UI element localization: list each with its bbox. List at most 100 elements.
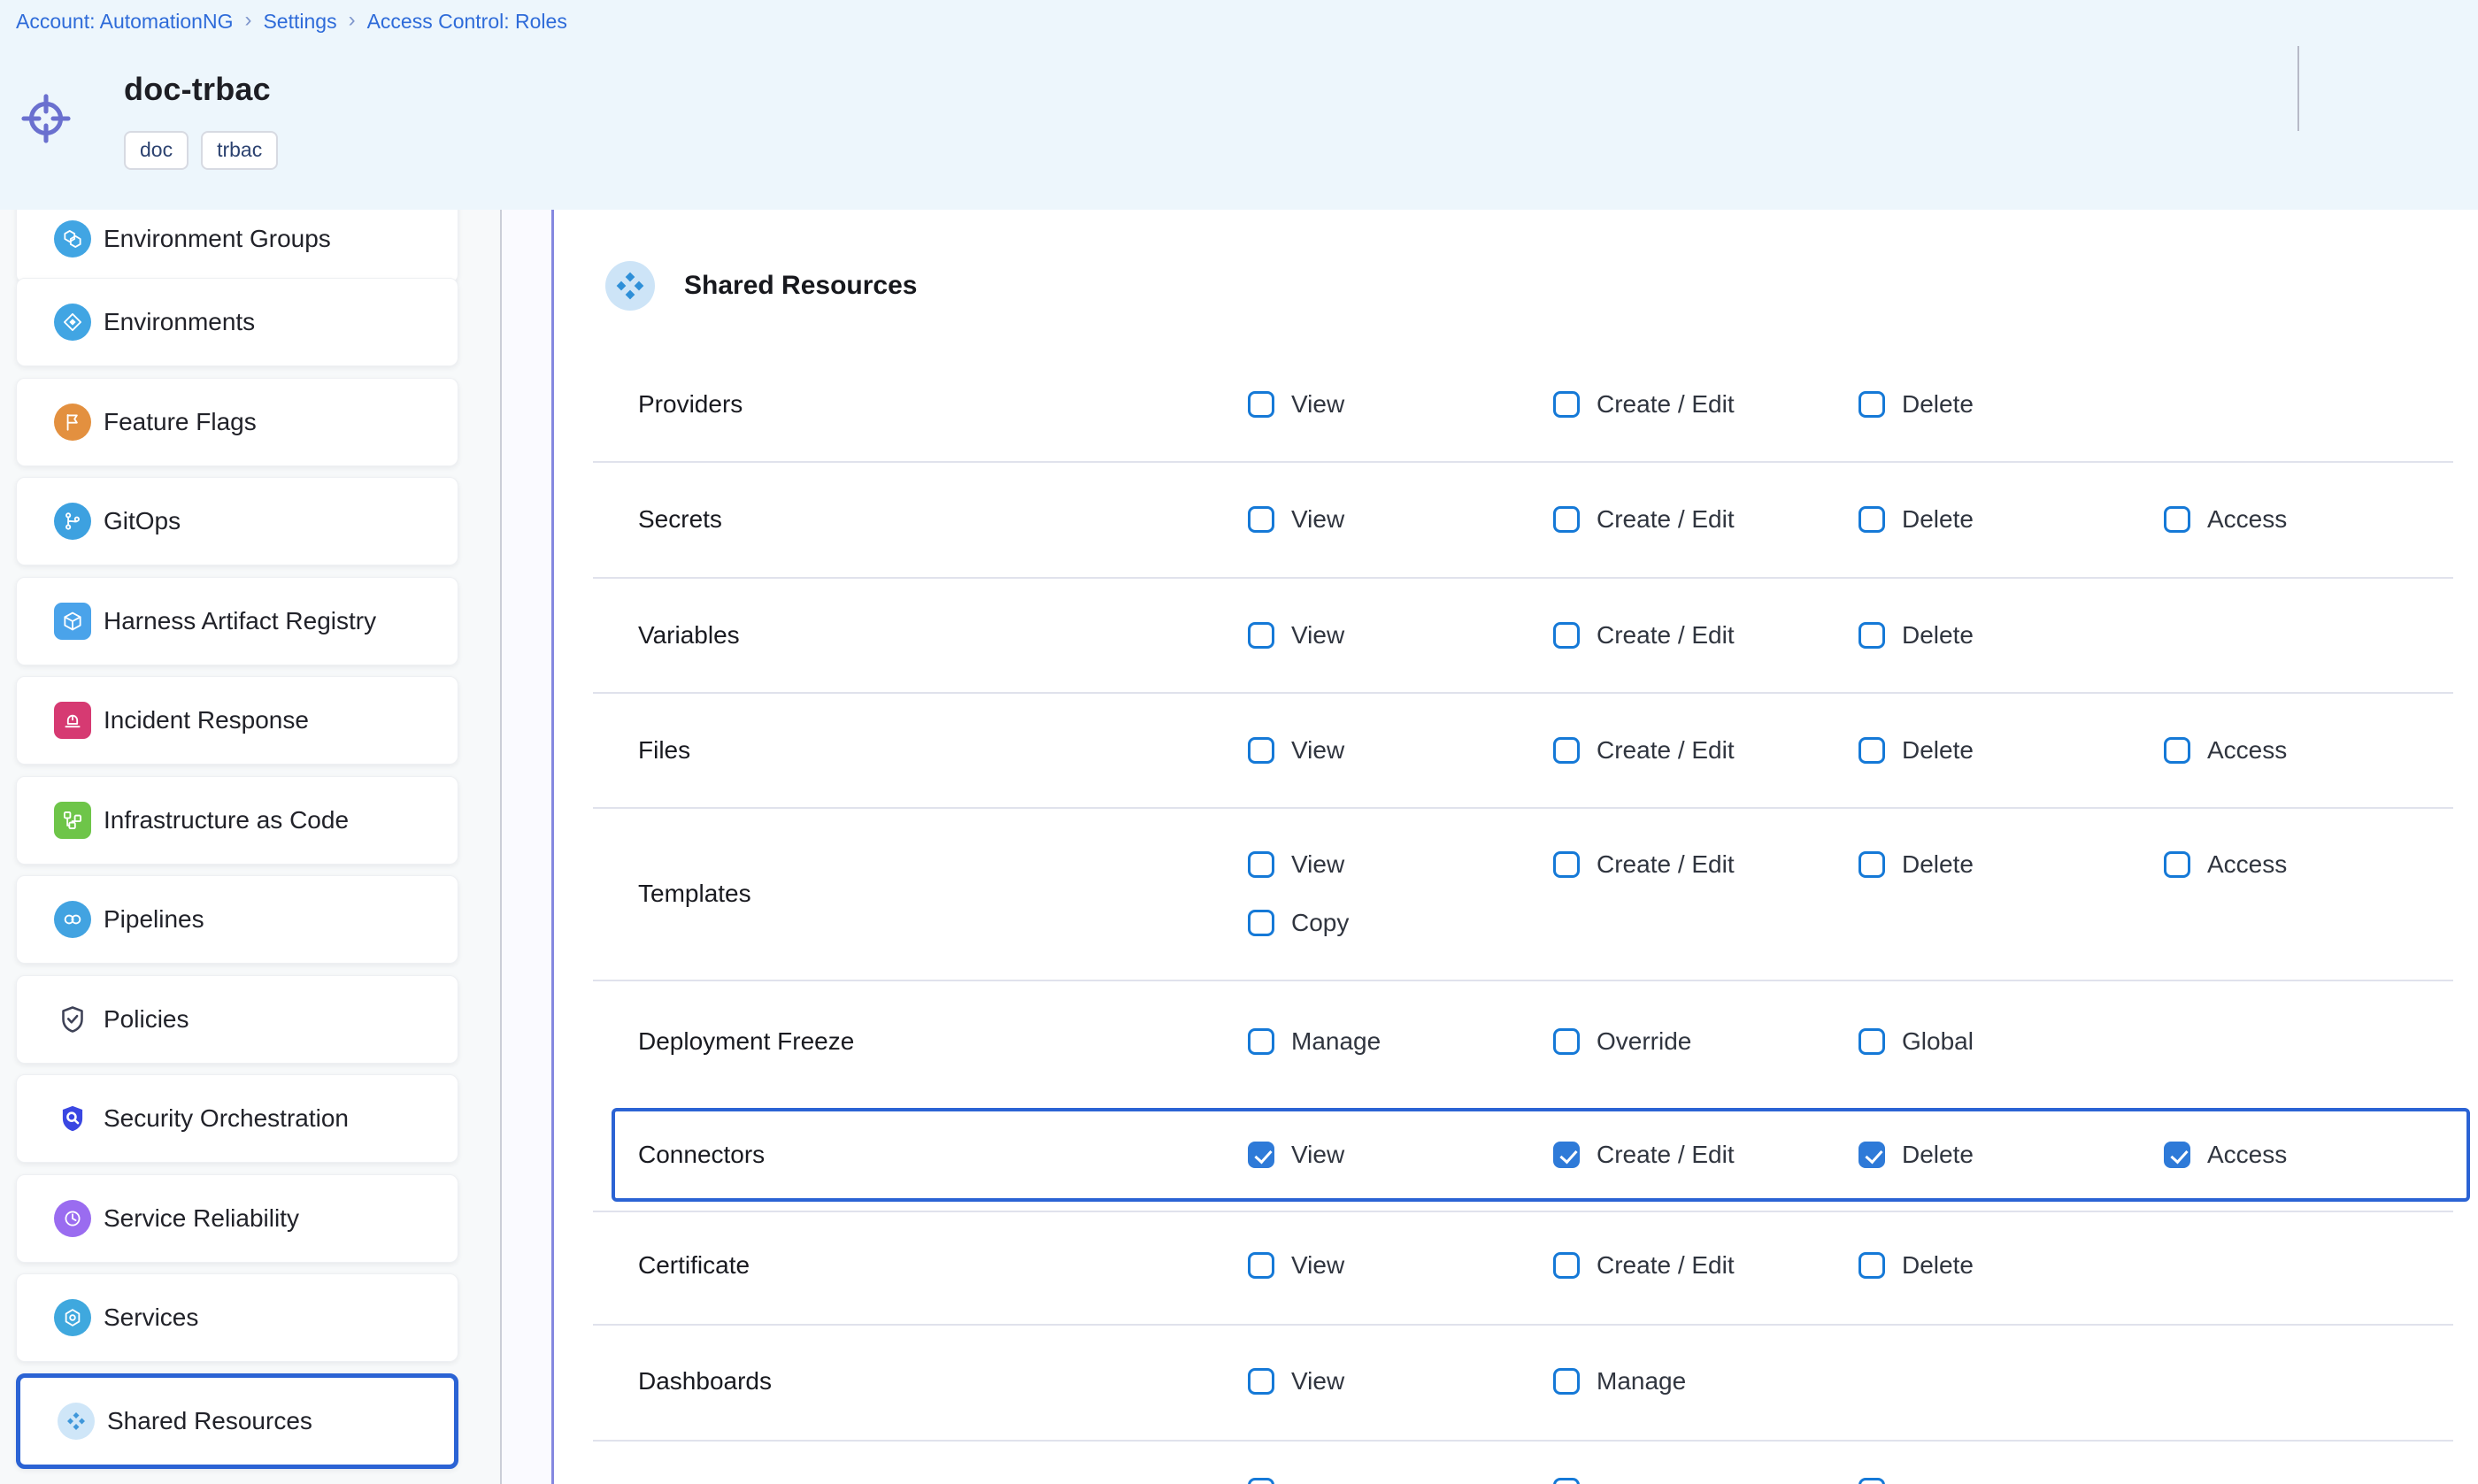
checkbox-checked[interactable] <box>1858 1142 1885 1168</box>
permission-cell-access[interactable]: Access <box>2164 850 2287 879</box>
sidebar-item-label: Feature Flags <box>104 408 257 436</box>
permission-cell-view[interactable]: View <box>1248 850 1344 879</box>
breadcrumb-link[interactable]: Settings <box>263 10 336 34</box>
checkbox-unchecked[interactable] <box>1858 506 1885 533</box>
sidebar-item-harness-artifact-registry[interactable]: Harness Artifact Registry <box>16 577 458 665</box>
permission-label: Manage <box>1291 1027 1381 1056</box>
checkbox-unchecked[interactable] <box>1553 506 1580 533</box>
sidebar-item-policies[interactable]: Policies <box>16 975 458 1064</box>
checkbox-unchecked[interactable] <box>1248 851 1274 878</box>
permission-label: Create / Edit <box>1597 621 1735 650</box>
permission-cell-delete[interactable]: Delete <box>1858 1251 1974 1280</box>
checkbox-unchecked[interactable] <box>1248 391 1274 418</box>
permission-label: Delete <box>1902 505 1974 534</box>
permission-cell-delete[interactable]: Delete <box>1858 1141 1974 1169</box>
permission-cell-view[interactable]: View <box>1248 390 1344 419</box>
gitops-icon <box>54 503 91 540</box>
permission-cell-view[interactable]: View <box>1248 1367 1344 1396</box>
permission-cell-delete[interactable]: Delete <box>1858 390 1974 419</box>
permission-cell-access[interactable]: Access <box>2164 1141 2287 1169</box>
permission-cell-override[interactable]: Override <box>1553 1027 1691 1056</box>
sidebar-item-shared-resources[interactable]: Shared Resources <box>16 1373 458 1469</box>
checkbox-unchecked[interactable] <box>1858 1028 1885 1055</box>
sidebar-item-security-orchestration[interactable]: Security Orchestration <box>16 1074 458 1163</box>
permission-cell[interactable] <box>1248 1478 1274 1484</box>
checkbox-unchecked[interactable] <box>1248 1478 1274 1484</box>
permission-cell-view[interactable]: View <box>1248 621 1344 650</box>
sidebar-item-incident-response[interactable]: Incident Response <box>16 676 458 765</box>
permission-cell-manage[interactable]: Manage <box>1553 1367 1686 1396</box>
breadcrumb-link[interactable]: Access Control: Roles <box>367 10 567 34</box>
permission-cell-create-edit[interactable]: Create / Edit <box>1553 390 1735 419</box>
permission-cell[interactable] <box>1553 1478 1580 1484</box>
checkbox-unchecked[interactable] <box>2164 851 2190 878</box>
permission-cell-view[interactable]: View <box>1248 1251 1344 1280</box>
checkbox-unchecked[interactable] <box>1858 851 1885 878</box>
sidebar-item-services[interactable]: Services <box>16 1273 458 1362</box>
checkbox-checked[interactable] <box>1248 1142 1274 1168</box>
permission-label: View <box>1291 1141 1344 1169</box>
checkbox-unchecked[interactable] <box>1248 737 1274 764</box>
permission-cell-create-edit[interactable]: Create / Edit <box>1553 505 1735 534</box>
breadcrumb-link[interactable]: Account: AutomationNG <box>16 10 233 34</box>
permission-cell-delete[interactable]: Delete <box>1858 850 1974 879</box>
sidebar-item-label: Infrastructure as Code <box>104 806 349 834</box>
row-divider <box>593 692 2453 694</box>
permission-label: Create / Edit <box>1597 736 1735 765</box>
checkbox-unchecked[interactable] <box>1858 622 1885 649</box>
permission-cell-create-edit[interactable]: Create / Edit <box>1553 1141 1735 1169</box>
checkbox-unchecked[interactable] <box>1553 1368 1580 1395</box>
checkbox-unchecked[interactable] <box>2164 737 2190 764</box>
checkbox-checked[interactable] <box>2164 1142 2190 1168</box>
policies-icon <box>54 1001 91 1038</box>
checkbox-unchecked[interactable] <box>1858 737 1885 764</box>
permission-cell-view[interactable]: View <box>1248 736 1344 765</box>
checkbox-unchecked[interactable] <box>1553 1252 1580 1279</box>
sidebar-item-infrastructure-as-code[interactable]: Infrastructure as Code <box>16 776 458 865</box>
sidebar-item-environments[interactable]: Environments <box>16 278 458 366</box>
sidebar-item-feature-flags[interactable]: Feature Flags <box>16 378 458 466</box>
permission-cell-view[interactable]: View <box>1248 1141 1344 1169</box>
permission-label: Create / Edit <box>1597 1141 1735 1169</box>
shared-resources-icon <box>58 1403 95 1440</box>
permission-cell[interactable] <box>1858 1478 1885 1484</box>
permission-cell-manage[interactable]: Manage <box>1248 1027 1381 1056</box>
checkbox-unchecked[interactable] <box>1248 622 1274 649</box>
checkbox-unchecked[interactable] <box>1248 1252 1274 1279</box>
permission-cell-create-edit[interactable]: Create / Edit <box>1553 736 1735 765</box>
checkbox-unchecked[interactable] <box>1248 1028 1274 1055</box>
checkbox-unchecked[interactable] <box>1553 1028 1580 1055</box>
checkbox-unchecked[interactable] <box>1553 622 1580 649</box>
sidebar-item-gitops[interactable]: GitOps <box>16 477 458 565</box>
permission-cell-access[interactable]: Access <box>2164 505 2287 534</box>
checkbox-unchecked[interactable] <box>1248 910 1274 936</box>
sidebar-item-pipelines[interactable]: Pipelines <box>16 875 458 964</box>
permission-cell-delete[interactable]: Delete <box>1858 621 1974 650</box>
permission-cell-create-edit[interactable]: Create / Edit <box>1553 850 1735 879</box>
permission-cell-delete[interactable]: Delete <box>1858 505 1974 534</box>
permission-cell-create-edit[interactable]: Create / Edit <box>1553 1251 1735 1280</box>
sidebar-item-service-reliability[interactable]: Service Reliability <box>16 1174 458 1263</box>
permission-cell-view[interactable]: View <box>1248 505 1344 534</box>
checkbox-unchecked[interactable] <box>1553 851 1580 878</box>
checkbox-unchecked[interactable] <box>1553 391 1580 418</box>
permission-cell-access[interactable]: Access <box>2164 736 2287 765</box>
permission-cell-create-edit[interactable]: Create / Edit <box>1553 621 1735 650</box>
checkbox-unchecked[interactable] <box>1858 391 1885 418</box>
checkbox-unchecked[interactable] <box>1553 737 1580 764</box>
row-divider <box>593 1324 2453 1326</box>
permission-cell-copy[interactable]: Copy <box>1248 909 1349 937</box>
sidebar-item-environment-groups[interactable]: Environment Groups <box>16 210 458 283</box>
resource-row-label: Secrets <box>638 505 722 534</box>
checkbox-unchecked[interactable] <box>1248 1368 1274 1395</box>
checkbox-checked[interactable] <box>1553 1142 1580 1168</box>
checkbox-unchecked[interactable] <box>2164 506 2190 533</box>
permission-cell-delete[interactable]: Delete <box>1858 736 1974 765</box>
checkbox-unchecked[interactable] <box>1553 1478 1580 1484</box>
checkbox-unchecked[interactable] <box>1858 1478 1885 1484</box>
checkbox-unchecked[interactable] <box>1248 506 1274 533</box>
permission-cell-global[interactable]: Global <box>1858 1027 1974 1056</box>
checkbox-unchecked[interactable] <box>1858 1252 1885 1279</box>
row-divider <box>593 461 2453 463</box>
tag-list: doctrbac <box>124 131 278 170</box>
